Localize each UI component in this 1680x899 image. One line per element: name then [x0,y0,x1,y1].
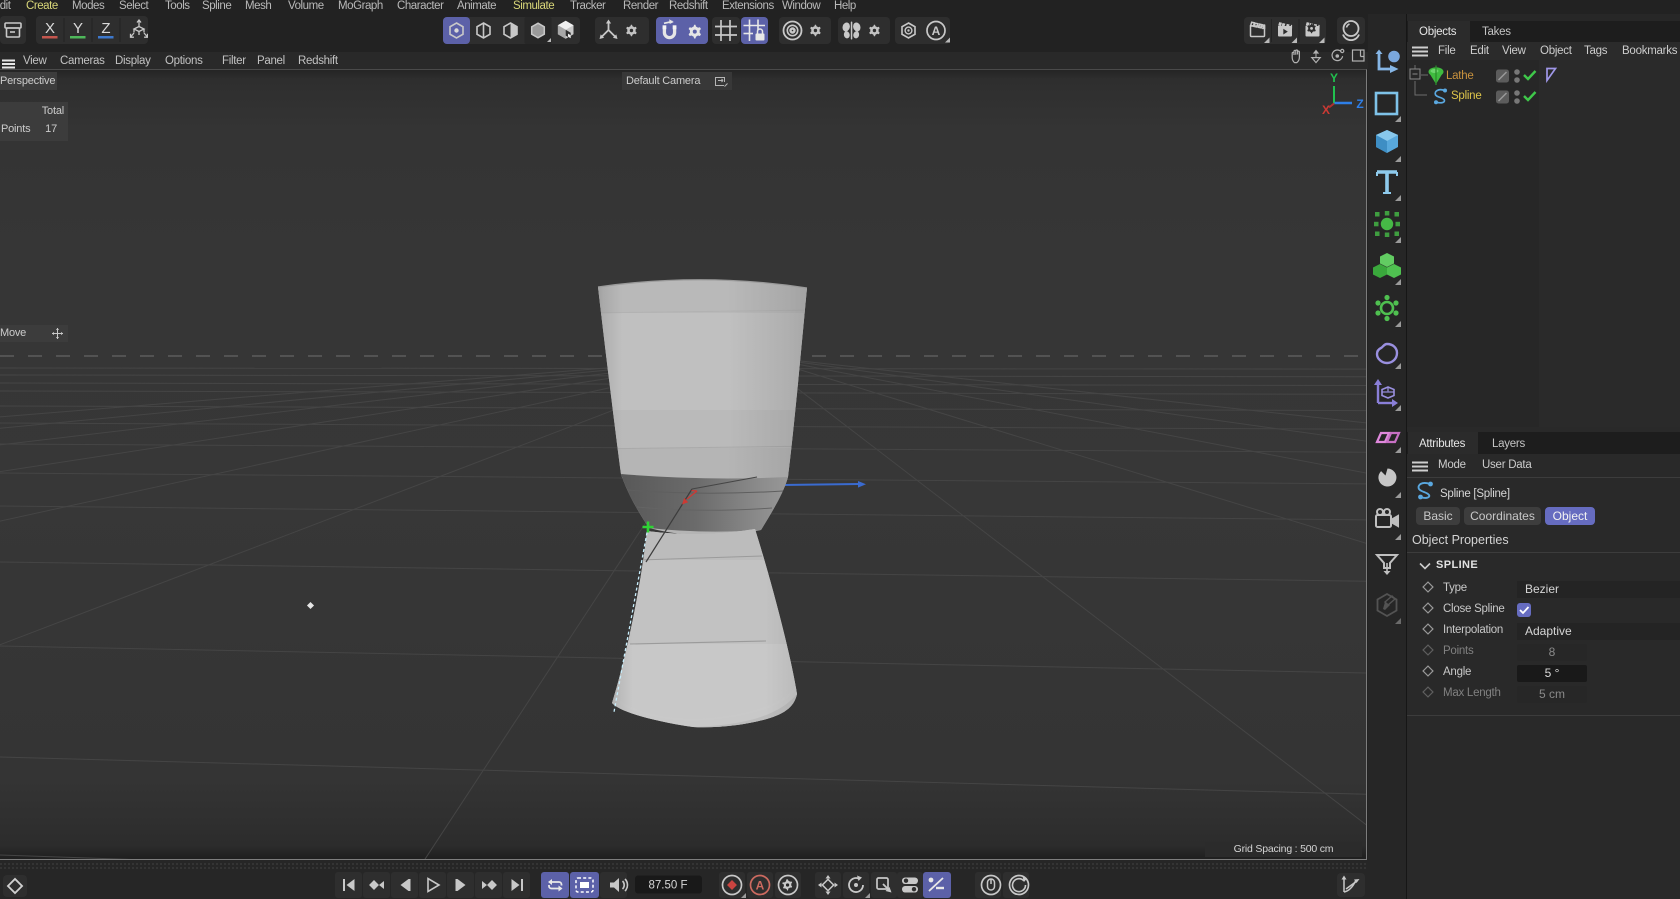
svg-text:Z: Z [101,20,110,37]
svg-text:X: X [1322,103,1330,117]
svg-text:87.50 F: 87.50 F [649,880,688,892]
svg-text:X: X [45,20,55,37]
svg-text:A: A [756,879,765,893]
svg-text:A: A [932,24,941,38]
svg-text:Y: Y [73,20,83,37]
svg-text:Z: Z [1356,97,1363,111]
svg-text:Y: Y [1330,71,1338,85]
